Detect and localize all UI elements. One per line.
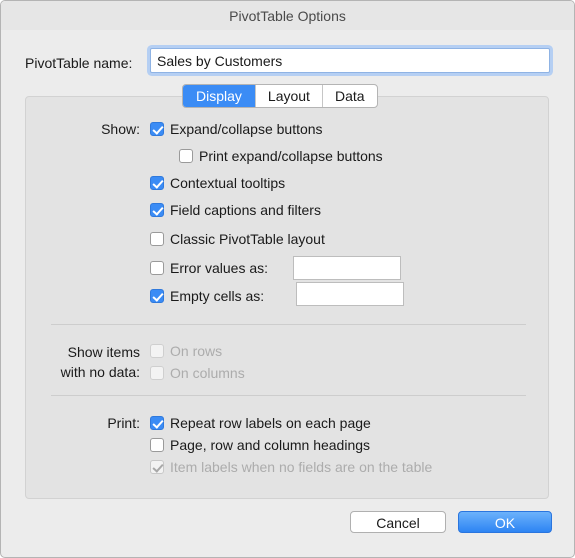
separator	[51, 324, 526, 325]
pivottable-name-input[interactable]	[150, 48, 550, 73]
print-expand-collapse-label: Print expand/collapse buttons	[199, 148, 383, 164]
expand-collapse-label: Expand/collapse buttons	[170, 121, 323, 137]
on-columns-checkbox[interactable]	[150, 366, 164, 380]
ok-button[interactable]: OK	[458, 511, 552, 533]
field-captions-label: Field captions and filters	[170, 202, 321, 218]
on-rows-checkbox[interactable]	[150, 344, 164, 358]
show-label: Show:	[101, 121, 140, 137]
window-title: PivotTable Options	[1, 1, 574, 30]
contextual-tooltips-label: Contextual tooltips	[170, 175, 286, 191]
empty-cells-label: Empty cells as:	[170, 288, 265, 304]
cancel-button[interactable]: Cancel	[350, 511, 446, 533]
empty-cells-checkbox[interactable]	[150, 289, 164, 303]
tab-layout[interactable]: Layout	[254, 85, 322, 107]
expand-collapse-checkbox[interactable]	[150, 122, 164, 136]
show-items-label-line1: Show items	[67, 344, 140, 360]
repeat-row-labels-label: Repeat row labels on each page	[170, 415, 371, 431]
error-values-checkbox[interactable]	[150, 261, 164, 275]
error-values-input[interactable]	[293, 256, 401, 280]
item-labels-checkbox[interactable]	[150, 460, 164, 474]
on-columns-label: On columns	[170, 365, 245, 381]
print-label: Print:	[107, 415, 140, 431]
repeat-row-labels-checkbox[interactable]	[150, 416, 164, 430]
pivottable-name-label: PivotTable name:	[25, 55, 133, 71]
field-captions-checkbox[interactable]	[150, 203, 164, 217]
classic-layout-checkbox[interactable]	[150, 232, 164, 246]
empty-cells-input[interactable]	[296, 282, 404, 306]
headings-checkbox[interactable]	[150, 438, 164, 452]
tab-data[interactable]: Data	[321, 85, 377, 107]
tab-display[interactable]: Display	[183, 85, 255, 107]
print-expand-collapse-checkbox[interactable]	[179, 149, 193, 163]
pivottable-options-dialog: PivotTable Options PivotTable name: Disp…	[0, 0, 575, 558]
on-rows-label: On rows	[170, 343, 223, 359]
tab-bar: Display Layout Data	[182, 84, 378, 108]
headings-label: Page, row and column headings	[170, 437, 371, 453]
contextual-tooltips-checkbox[interactable]	[150, 176, 164, 190]
show-items-label-line2: with no data:	[60, 364, 140, 380]
error-values-label: Error values as:	[170, 260, 269, 276]
classic-layout-label: Classic PivotTable layout	[170, 231, 325, 247]
separator	[51, 395, 526, 396]
item-labels-label: Item labels when no fields are on the ta…	[170, 459, 433, 475]
